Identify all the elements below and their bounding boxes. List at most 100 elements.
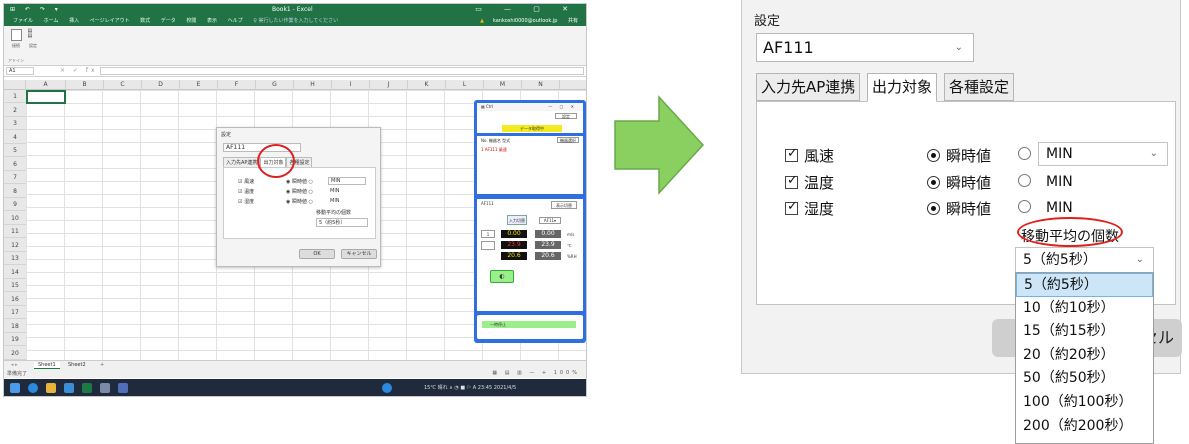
dropdown-option[interactable]: 20（約20秒） (1016, 344, 1153, 368)
explorer-icon[interactable] (46, 383, 56, 393)
view-zoom-controls[interactable]: ▦ ▤ ▥ — + 100% (492, 370, 580, 376)
column-header[interactable]: C (104, 80, 142, 90)
select-all-corner[interactable] (4, 80, 26, 90)
checkbox-wind-speed[interactable]: 風速 (785, 145, 834, 166)
tab-settings[interactable]: 各種設定 (944, 73, 1015, 101)
user-account[interactable]: ▲ kankoshi0000@outlook.jp 共有 (471, 16, 578, 26)
chrome-icon[interactable] (382, 383, 392, 393)
stat-select-wind-speed[interactable]: MIN ⌄ (1038, 142, 1168, 166)
radio-instant-temperature[interactable]: 瞬時値 (927, 172, 991, 193)
ribbon-tab[interactable]: ページレイアウト (90, 16, 130, 26)
row-header[interactable]: 13 (4, 252, 26, 265)
row-header[interactable]: 2 (4, 104, 26, 117)
connect-button[interactable]: 接続 (9, 29, 23, 51)
display-toggle-button[interactable]: 表示切替 (551, 201, 577, 209)
mini-row-label[interactable]: ☑ 湿度 (238, 198, 254, 205)
column-header[interactable]: I (332, 80, 370, 90)
ribbon-tab[interactable]: データ (161, 16, 176, 26)
column-header[interactable]: K (408, 80, 446, 90)
column-header[interactable]: A (26, 80, 66, 90)
column-header[interactable]: F (218, 80, 256, 90)
tab-output-target[interactable]: 出力対象 (867, 73, 938, 102)
selected-cell[interactable] (26, 90, 66, 104)
mini-row-label[interactable]: ☑ 風速 (238, 178, 254, 185)
checkbox-temperature[interactable]: 温度 (785, 172, 834, 193)
start-icon[interactable] (10, 383, 20, 393)
row-header[interactable]: 6 (4, 158, 26, 171)
row-header[interactable]: 15 (4, 279, 26, 292)
ribbon-tab[interactable]: 表示 (207, 16, 217, 26)
add-sheet-button[interactable]: + (96, 362, 108, 368)
row-header[interactable]: 20 (4, 347, 26, 360)
row-header[interactable]: 9 (4, 198, 26, 211)
row-header[interactable]: 5 (4, 144, 26, 157)
ribbon-tab[interactable]: 挿入 (69, 16, 79, 26)
device-select-button[interactable]: 機器選択 (557, 137, 579, 143)
radio-stat-temperature[interactable] (1018, 172, 1037, 190)
checkbox-humidity[interactable]: 湿度 (785, 198, 834, 219)
column-header[interactable]: N (522, 80, 560, 90)
column-header[interactable]: G (256, 80, 294, 90)
system-tray[interactable]: 15℃ 晴れ ∧ ◔ ■ ⚐ A 23:45 2021/4/5 (424, 384, 516, 391)
edge-icon[interactable] (28, 383, 38, 393)
row-header[interactable]: 8 (4, 185, 26, 198)
record-button[interactable]: ◐ (490, 270, 514, 283)
ribbon-tab[interactable]: ヘルプ (228, 16, 243, 26)
dropdown-option[interactable]: 200（約200秒） (1016, 415, 1153, 439)
pause-bar[interactable]: 一時停止 (482, 321, 576, 328)
column-header[interactable]: J (370, 80, 408, 90)
sheet-tab[interactable]: Sheet2 (64, 362, 90, 368)
row-header[interactable]: 19 (4, 333, 26, 346)
moving-average-select[interactable]: 5（約5秒） ⌄ (1015, 247, 1154, 273)
device-select[interactable]: AF111 ⌄ (756, 33, 974, 62)
dropdown-option[interactable]: 10（約10秒） (1016, 297, 1153, 321)
ribbon-tab[interactable]: ファイル (13, 16, 33, 26)
ribbon-tab[interactable]: 校閲 (186, 16, 196, 26)
column-header[interactable]: H (294, 80, 332, 90)
side-panel-window-controls[interactable]: — ▢ ✕ (548, 103, 577, 111)
row-header[interactable]: 3 (4, 117, 26, 130)
column-header[interactable]: L (446, 80, 484, 90)
tell-me-search[interactable]: ♀ 実行したい作業を入力してください (253, 16, 338, 26)
row-header[interactable]: 16 (4, 293, 26, 306)
column-header[interactable]: M (484, 80, 522, 90)
formula-input[interactable] (100, 67, 584, 75)
mini-row-mode[interactable]: ◉ 瞬時値 ○ (286, 178, 313, 185)
mini-cancel-button[interactable]: キャンセル (341, 249, 377, 259)
row-header[interactable]: 4 (4, 131, 26, 144)
device-list-item[interactable]: 1 AF111 風速 (481, 147, 507, 153)
tab-input-ap[interactable]: 入力先AP連携 (756, 73, 861, 101)
row-header[interactable]: 7 (4, 171, 26, 184)
radio-stat-wind-speed[interactable] (1018, 145, 1037, 163)
store-icon[interactable] (64, 383, 74, 393)
radio-instant-wind-speed[interactable]: 瞬時値 (927, 145, 991, 166)
ribbon-tab[interactable]: ホーム (44, 16, 59, 26)
dropdown-option[interactable]: 100（約100秒） (1016, 391, 1153, 415)
row-header[interactable]: 17 (4, 306, 26, 319)
mini-row-mode[interactable]: ◉ 瞬時値 ○ (286, 188, 313, 195)
mini-row-label[interactable]: ☑ 温度 (238, 188, 254, 195)
name-box[interactable]: A1 (6, 67, 34, 75)
mini-row-value[interactable]: MIN (328, 177, 366, 185)
ctrl-taskbar-icon[interactable] (118, 383, 128, 393)
row-header[interactable]: 11 (4, 225, 26, 238)
dropdown-option[interactable]: 15（約15秒） (1016, 320, 1153, 344)
window-controls[interactable]: ▭ — ▢ ✕ (475, 5, 578, 13)
input-toggle-button[interactable]: 入力切替 (507, 215, 527, 225)
row-header[interactable]: 18 (4, 320, 26, 333)
share-button[interactable]: 共有 (568, 16, 578, 26)
mini-ok-button[interactable]: OK (299, 249, 335, 259)
mini-row-mode[interactable]: ◉ 瞬時値 ○ (286, 198, 313, 205)
row-header[interactable]: 1 (4, 90, 26, 103)
row-header[interactable]: 10 (4, 212, 26, 225)
column-header[interactable]: D (142, 80, 180, 90)
column-header[interactable]: B (66, 80, 104, 90)
reading-checkbox[interactable] (481, 241, 495, 250)
row-header[interactable]: 14 (4, 266, 26, 279)
ribbon-tab[interactable]: 数式 (140, 16, 150, 26)
side-panel-settings-button[interactable]: 設定 (555, 113, 577, 119)
quick-access-toolbar[interactable]: ⊞ ↶ ↷ ▾ (10, 6, 62, 13)
sheet-nav-icon[interactable]: ◂ ▸ (7, 362, 22, 368)
mini-ma-select[interactable]: 5（約5秒） (316, 218, 368, 227)
settings-button[interactable]: ▤ ▤ 設定 (26, 29, 40, 51)
